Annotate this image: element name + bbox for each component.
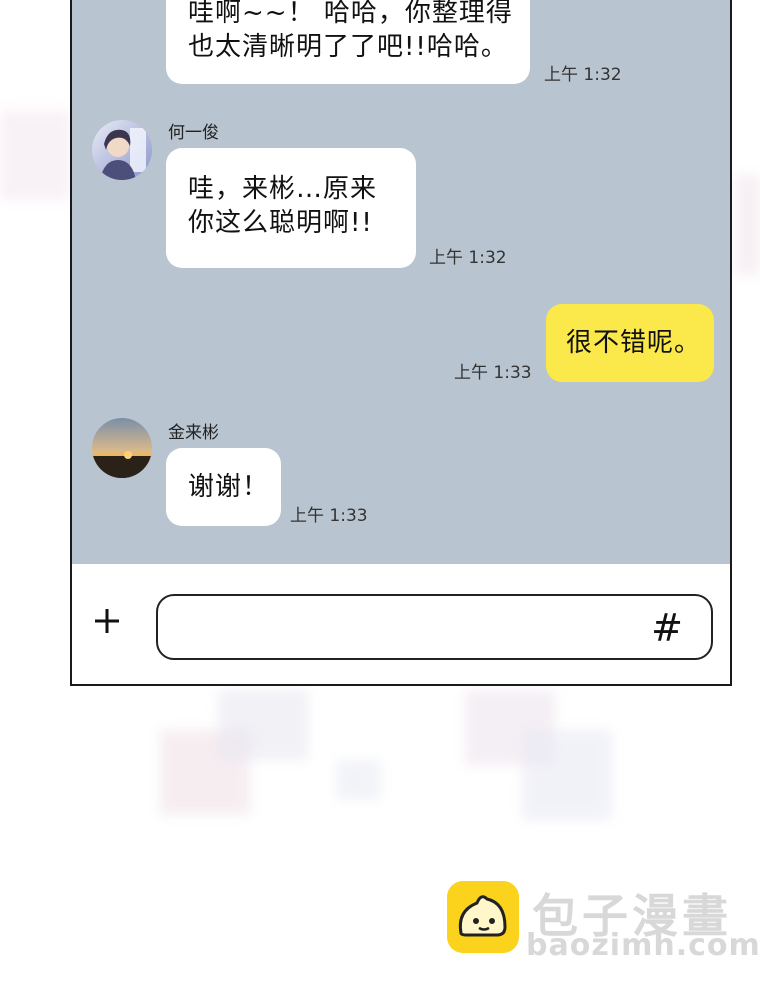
background-blur: [522, 730, 612, 820]
message-bubble: 谢谢！: [166, 448, 281, 526]
message-time: 上午 1:33: [454, 363, 532, 383]
input-bar: #: [72, 564, 730, 684]
message-bubble: 哇，来彬…原来 你这么聪明啊!!: [166, 148, 416, 268]
hashtag-icon[interactable]: #: [651, 606, 683, 650]
message-input[interactable]: #: [156, 594, 713, 660]
watermark-logo-icon: [447, 881, 519, 953]
my-message-bubble: 很不错呢。: [546, 304, 714, 382]
avatar[interactable]: [92, 418, 152, 478]
chat-window: 哇啊~~！ 哈哈，你整理得 也太清晰明了了吧!!哈哈。 上午 1:32 何一俊 …: [70, 0, 732, 686]
message-time: 上午 1:32: [429, 248, 507, 268]
background-blur: [218, 690, 308, 760]
background-blur: [735, 175, 760, 275]
background-blur: [0, 110, 70, 200]
background-blur: [336, 760, 381, 800]
sender-name: 金来彬: [168, 423, 219, 443]
plus-icon[interactable]: [92, 606, 122, 636]
avatar[interactable]: [92, 120, 152, 180]
message-bubble: 哇啊~~！ 哈哈，你整理得 也太清晰明了了吧!!哈哈。: [166, 0, 530, 84]
message-time: 上午 1:32: [544, 65, 622, 85]
watermark-url: baozimh.com: [526, 928, 760, 963]
sender-name: 何一俊: [168, 123, 219, 143]
message-time: 上午 1:33: [290, 506, 368, 526]
chat-area: 哇啊~~！ 哈哈，你整理得 也太清晰明了了吧!!哈哈。 上午 1:32 何一俊 …: [72, 0, 730, 564]
